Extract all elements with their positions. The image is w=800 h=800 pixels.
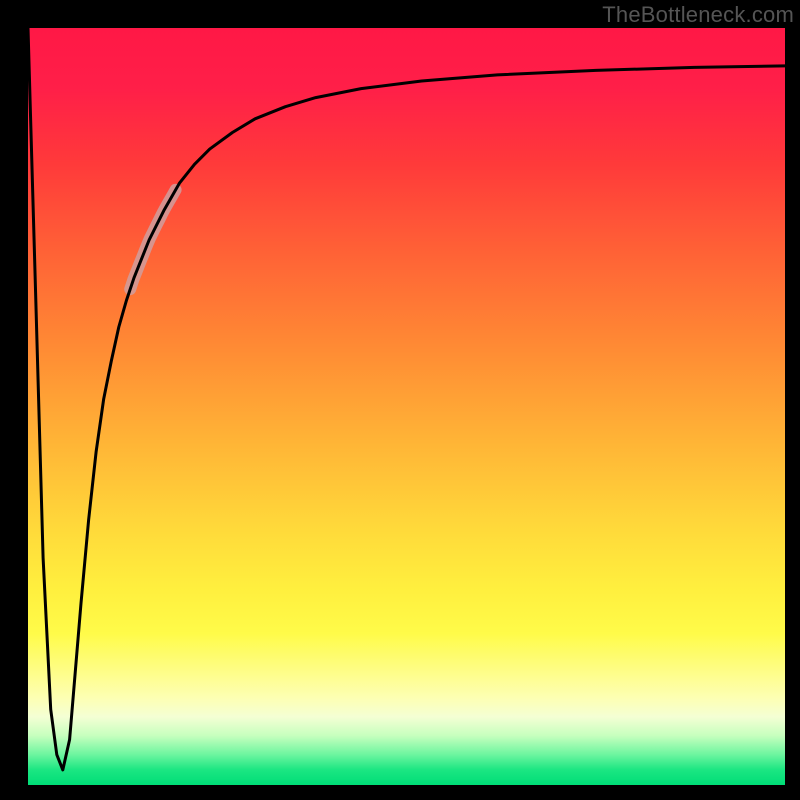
attribution-text: TheBottleneck.com	[602, 2, 794, 28]
plot-background	[28, 28, 785, 785]
chart-frame: TheBottleneck.com	[0, 0, 800, 800]
